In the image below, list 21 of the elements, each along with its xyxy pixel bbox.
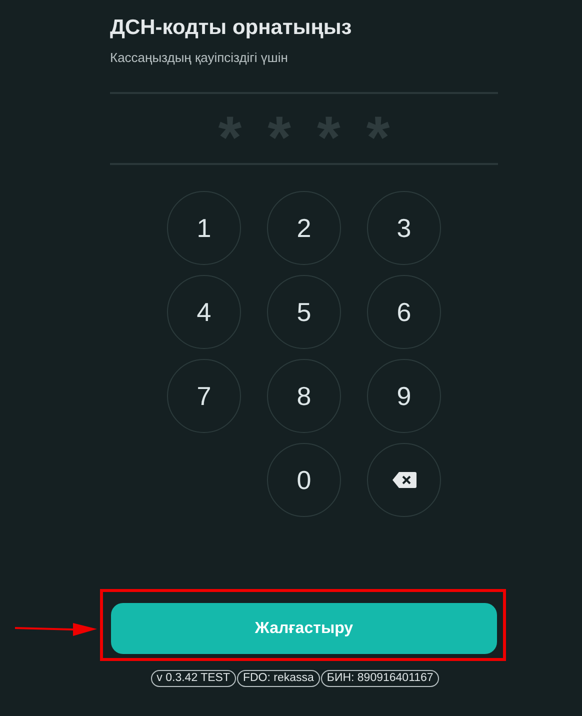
pin-mask-character: * xyxy=(366,102,390,168)
keypad-key[interactable]: 0 xyxy=(267,443,341,517)
keypad-key[interactable]: 7 xyxy=(167,359,241,433)
keypad-key[interactable]: 3 xyxy=(367,191,441,265)
page-subtitle: Кассаңыздың қауіпсіздігі үшін xyxy=(110,49,289,67)
pin-mask-character: * xyxy=(218,102,242,168)
keypad-key[interactable]: 8 xyxy=(267,359,341,433)
backspace-key[interactable] xyxy=(367,443,441,517)
keypad-key[interactable]: 6 xyxy=(367,275,441,349)
keypad-key[interactable]: 9 xyxy=(367,359,441,433)
keypad-key[interactable]: 2 xyxy=(267,191,341,265)
backspace-icon xyxy=(392,471,416,489)
keypad-key[interactable]: 4 xyxy=(167,275,241,349)
info-badge: БИН: 890916401167 xyxy=(320,670,440,687)
pin-mask-character: * xyxy=(268,102,291,168)
keypad-key[interactable]: 1 xyxy=(167,191,241,265)
info-badge: FDO: rekassa xyxy=(236,670,320,687)
info-badge: v 0.3.42 TEST xyxy=(150,670,236,687)
page-title: ДСН-кодты орнатыңыз xyxy=(110,15,353,41)
keypad-key[interactable]: 5 xyxy=(267,275,341,349)
pin-mask-character: * xyxy=(317,102,340,168)
